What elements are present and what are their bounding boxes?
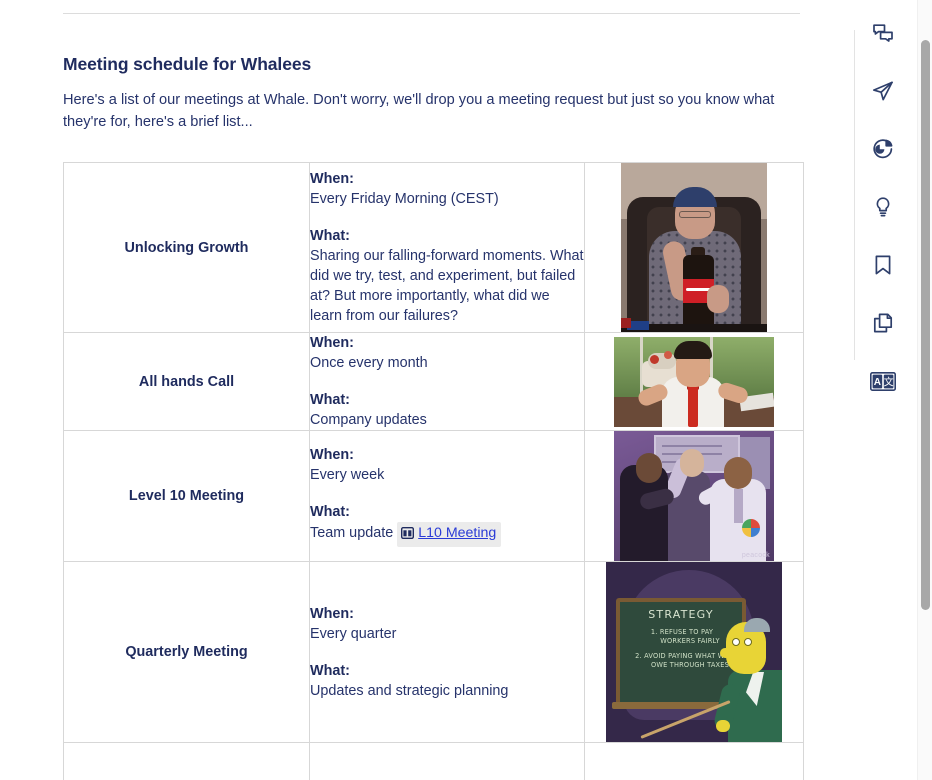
lightbulb-icon[interactable]: [866, 190, 900, 224]
table-row[interactable]: All hands Call When: Once every month Wh…: [63, 332, 804, 431]
meeting-image-cell: peacock: [584, 430, 804, 562]
meeting-name-cell: Level 10 Meeting: [63, 430, 310, 562]
meeting-detail-cell: When: Every quarter What: Updates and st…: [309, 561, 585, 743]
vertical-scrollbar-thumb[interactable]: [921, 40, 930, 610]
when-label: When:: [310, 335, 354, 351]
when-value: Every quarter: [310, 625, 397, 642]
peacock-watermark: peacock: [741, 552, 770, 559]
bookmark-icon[interactable]: [866, 248, 900, 282]
table-row[interactable]: Level 10 Meeting When: Every week What: …: [63, 430, 804, 562]
what-label: What:: [310, 662, 350, 679]
when-value: Once every month: [310, 355, 428, 371]
what-value: Updates and strategic planning: [310, 682, 509, 699]
meeting-detail-cell: When: Once every month What: Company upd…: [309, 332, 585, 431]
svg-text:文: 文: [884, 375, 894, 388]
gif-mr-burns-strategy-chalkboard: STRATEGY 1. REFUSE TO PAY WORKERS FAIRLY…: [606, 562, 782, 742]
meeting-name-cell: Quarterly Meeting: [63, 561, 310, 743]
document-scroll-area[interactable]: Meeting schedule for Whalees Here's a li…: [0, 0, 860, 780]
gif-man-red-tie-gesturing: [614, 336, 774, 427]
svg-text:A: A: [874, 377, 881, 388]
translate-icon[interactable]: A 文: [866, 364, 900, 398]
mention-link-l10-meeting[interactable]: L10 Meeting: [418, 525, 496, 541]
when-label: When:: [310, 447, 354, 463]
vertical-scrollbar-track[interactable]: [917, 0, 932, 780]
meeting-image-cell: [584, 742, 804, 780]
chalkboard-heading: STRATEGY: [648, 608, 714, 621]
document-content: Meeting schedule for Whalees Here's a li…: [0, 13, 860, 780]
meeting-name-cell: All hands Call: [63, 332, 310, 431]
meeting-name-cell: Unlocking Growth: [63, 162, 310, 333]
meeting-schedule-table: Unlocking Growth When: Every Friday Morn…: [63, 162, 804, 780]
when-label: When:: [310, 171, 354, 187]
meeting-detail-cell: [309, 742, 585, 780]
top-divider: [63, 13, 800, 14]
when-label: When:: [310, 605, 354, 622]
what-value: Sharing our falling-forward moments. Wha…: [310, 248, 584, 324]
comments-icon[interactable]: [866, 16, 900, 50]
rail-divider: [854, 30, 855, 360]
mention-chip-l10-meeting[interactable]: L10 Meeting: [397, 522, 502, 547]
table-columns-icon: [401, 525, 415, 545]
send-icon[interactable]: [866, 74, 900, 108]
meeting-detail-cell: When: Every week What: Team update L10 M…: [309, 430, 585, 562]
gif-woman-with-cola-bottle: [621, 163, 767, 332]
table-row[interactable]: Quarterly Meeting When: Every quarter Wh…: [63, 561, 804, 743]
right-icon-rail: A 文: [854, 0, 906, 780]
meeting-image-cell: [584, 162, 804, 333]
what-label: What:: [310, 228, 350, 244]
meeting-name-cell: [63, 742, 310, 780]
when-value: Every week: [310, 467, 385, 483]
table-row[interactable]: Unlocking Growth When: Every Friday Morn…: [63, 162, 804, 333]
meeting-image-cell: STRATEGY 1. REFUSE TO PAY WORKERS FAIRLY…: [584, 561, 804, 743]
page-title: Meeting schedule for Whalees: [63, 54, 312, 74]
what-value: Team update: [310, 525, 394, 541]
gif-office-celebration-peacock: peacock: [614, 431, 774, 561]
what-value: Company updates: [310, 412, 427, 428]
copy-icon[interactable]: [866, 306, 900, 340]
pie-chart-icon[interactable]: [866, 132, 900, 166]
meeting-detail-cell: When: Every Friday Morning (CEST) What: …: [309, 162, 585, 333]
table-row[interactable]: [63, 742, 804, 780]
when-value: Every Friday Morning (CEST): [310, 191, 499, 207]
what-label: What:: [310, 392, 350, 408]
app-root: Meeting schedule for Whalees Here's a li…: [0, 0, 932, 780]
what-value-with-mention: Team update L10 Meeting: [310, 522, 584, 547]
meeting-image-cell: [584, 332, 804, 431]
what-label: What:: [310, 504, 350, 520]
page-description: Here's a list of our meetings at Whale. …: [63, 92, 775, 130]
